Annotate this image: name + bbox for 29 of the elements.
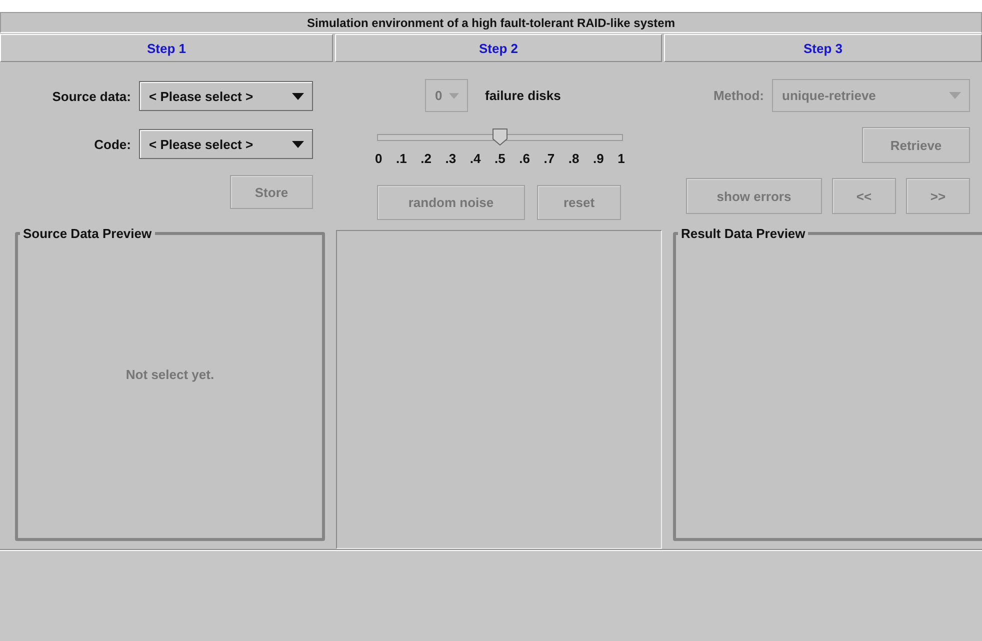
dropdown-arrow-icon xyxy=(292,140,304,148)
select-dropdown[interactable]: < Please select > xyxy=(139,129,313,159)
slider-tick-label: .3 xyxy=(445,151,456,166)
step-header: Step 1 xyxy=(0,34,333,62)
slider-thumb[interactable] xyxy=(492,128,508,146)
slider-tick-label: .4 xyxy=(470,151,481,166)
empty-message: Not select yet. xyxy=(126,367,214,382)
select-dropdown[interactable]: < Please select > xyxy=(139,81,313,111)
dropdown-arrow-icon xyxy=(292,92,304,100)
field-label: Source data: xyxy=(52,88,131,104)
dropdown-arrow-icon xyxy=(949,92,961,99)
step-header: Step 3 xyxy=(664,34,982,62)
panel-title: Result Data Preview xyxy=(680,226,806,241)
slider-tick-label: .5 xyxy=(494,151,506,166)
panel-title: Source Data Preview xyxy=(22,226,153,241)
slider-tick-label: .9 xyxy=(593,151,604,166)
slider-tick-label: .2 xyxy=(420,151,432,166)
window-title: Simulation environment of a high fault-tolerant RAID-like system xyxy=(0,12,982,33)
step-header: Step 2 xyxy=(335,34,662,62)
dropdown-arrow-icon xyxy=(449,92,459,98)
slider-tick-label: .1 xyxy=(396,151,407,166)
slider-tick-label: .8 xyxy=(568,151,580,166)
slider-tick-label: 0 xyxy=(375,151,382,166)
slider-tick-label: 1 xyxy=(618,151,625,166)
method-label: Method: xyxy=(713,88,764,103)
slider-tick-label: .7 xyxy=(544,151,555,166)
field-label: Code: xyxy=(94,136,131,152)
slider-tick-label: .6 xyxy=(519,151,530,166)
failure-disks-label: failure disks xyxy=(485,88,561,103)
